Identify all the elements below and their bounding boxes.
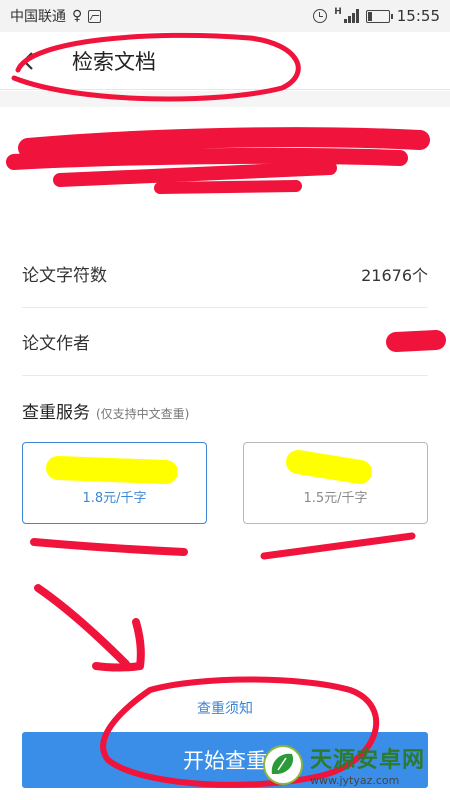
signal-icon [343, 9, 359, 23]
annotation-underline [30, 538, 188, 556]
battery-icon [365, 9, 393, 23]
word-count-label: 论文字符数 [22, 266, 107, 286]
back-button[interactable] [8, 32, 48, 90]
section-divider [0, 214, 450, 230]
annotation-arrow-head [92, 618, 145, 672]
watermark-url: www.jytyaz.com [310, 774, 400, 787]
page-title: 检索文档 [72, 49, 156, 74]
status-left: 中国联通 ♀ [10, 6, 102, 26]
plan-card-economy[interactable]: 1.5元/千字 [243, 442, 428, 524]
android-logo-icon [263, 744, 303, 785]
service-title: 查重服务 [22, 403, 90, 423]
word-count-row: 论文字符数 21676个 [22, 240, 428, 308]
notification-glyph: ♀ [72, 8, 83, 24]
plan-price: 1.5元/千字 [303, 490, 368, 506]
battery-level-fill [367, 11, 372, 21]
back-arrow-icon [22, 51, 33, 70]
clock: 15:55 [396, 7, 440, 25]
author-label: 论文作者 [22, 334, 90, 354]
service-note: (仅支持中文查重) [96, 407, 190, 421]
alarm-icon [313, 9, 328, 23]
network-type: H [334, 7, 342, 17]
plan-price: 1.8元/千字 [82, 490, 147, 506]
start-check-label: 开始查重 [183, 749, 267, 773]
status-bar: 中国联通 ♀ H 15:55 [0, 0, 450, 32]
check-notice-link[interactable]: 查重须知 [0, 698, 450, 718]
redaction-stroke [6, 147, 408, 170]
redaction-stroke [53, 161, 337, 187]
author-row: 论文作者 [22, 308, 428, 376]
section-divider [0, 91, 450, 107]
word-count-value: 21676个 [361, 265, 428, 285]
watermark-text: 天源安卓网 www.jytyaz.com [310, 742, 425, 787]
image-notification-icon [88, 9, 102, 23]
status-right: H 15:55 [313, 7, 440, 25]
redaction-stroke [154, 180, 302, 194]
service-header: 查重服务 (仅支持中文查重) [22, 398, 189, 423]
annotation-underline [260, 532, 416, 560]
watermark: 天源安卓网 www.jytyaz.com [262, 742, 425, 787]
annotation-arrow [34, 584, 130, 668]
redaction-stroke [18, 127, 430, 158]
carrier-name: 中国联通 [10, 9, 66, 25]
watermark-name: 天源安卓网 [310, 748, 426, 773]
app-header: 检索文档 [0, 32, 450, 90]
plan-card-standard[interactable]: 1.8元/千字 [22, 442, 207, 524]
